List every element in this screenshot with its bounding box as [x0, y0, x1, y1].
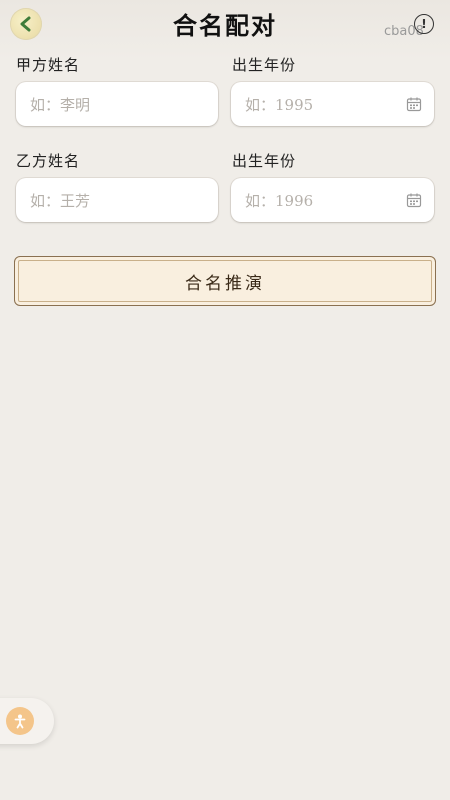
party-b-year-label: 出生年份	[232, 152, 297, 170]
info-button[interactable]: !	[414, 14, 434, 34]
party-b-year-input[interactable]: 如：1996	[231, 178, 434, 222]
person-icon	[6, 707, 34, 735]
floating-assistant-tab[interactable]	[0, 698, 54, 744]
deduce-button[interactable]: 合名推演	[14, 256, 436, 306]
party-b-name-label: 乙方姓名	[16, 152, 81, 170]
party-a-name-input[interactable]: 如：李明	[16, 82, 218, 126]
party-a-year-label: 出生年份	[232, 56, 297, 74]
deduce-button-label: 合名推演	[185, 273, 265, 294]
page-title: 合名配对	[173, 11, 277, 40]
party-a-year-placeholder: 如：1995	[245, 95, 314, 114]
party-a-year-input[interactable]: 如：1995	[231, 82, 434, 126]
party-a-name-placeholder: 如：李明	[30, 95, 91, 114]
info-icon: !	[421, 17, 427, 31]
party-a-name-label: 甲方姓名	[16, 56, 81, 74]
party-b-name-placeholder: 如：王芳	[30, 191, 91, 210]
calendar-icon[interactable]	[406, 192, 422, 208]
calendar-icon[interactable]	[406, 96, 422, 112]
party-b-name-input[interactable]: 如：王芳	[16, 178, 218, 222]
party-b-year-placeholder: 如：1996	[245, 191, 314, 210]
